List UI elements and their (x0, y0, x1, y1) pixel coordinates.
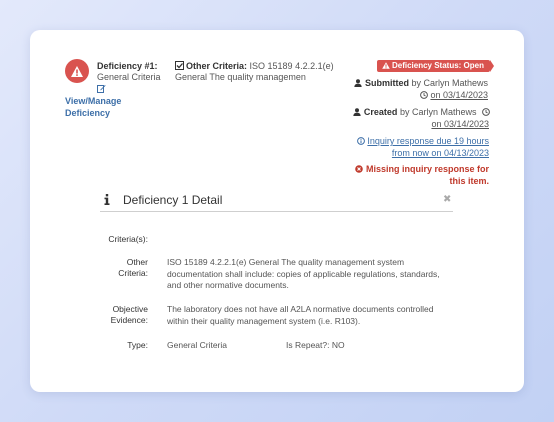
inquiry-due-line2[interactable]: from now on 04/13/2023 (392, 147, 489, 159)
deficiency-card: Deficiency #1: General Criteria View/Man… (30, 30, 524, 392)
submitted-info: Submitted by Carlyn Mathews (354, 77, 488, 89)
inquiry-due-link[interactable]: Inquiry response due 19 hours (356, 135, 489, 147)
objective-evidence-value-line2: within their quality management system (… (167, 315, 361, 326)
created-on: on 03/14/2023 (431, 119, 489, 129)
objective-evidence-value: The laboratory does not have all A2LA no… (167, 304, 487, 327)
other-criteria-value-line3: and other normative documents. (167, 280, 289, 290)
objective-evidence-label: Objective Evidence: (90, 304, 148, 326)
criteria-summary-label: Other Criteria: (186, 61, 248, 71)
is-repeat-value: Is Repeat?: NO (286, 340, 345, 350)
criteria-summary-code: ISO 15189 4.2.2.1(e) (249, 61, 334, 71)
detail-divider (100, 211, 453, 212)
other-criteria-value-line1: ISO 15189 4.2.2.1(e) General The quality… (167, 257, 405, 267)
status-badge: Deficiency Status: Open (376, 60, 495, 72)
user-icon (354, 78, 363, 87)
objective-evidence-label-line1: Objective (112, 304, 148, 314)
view-manage-deficiency-link[interactable]: View/Manage Deficiency (65, 95, 121, 119)
status-badge-label: Deficiency Status: Open (391, 61, 484, 70)
user-icon (353, 107, 362, 116)
info-circle-icon (356, 136, 365, 145)
type-value: General Criteria (167, 340, 227, 350)
criteria-label: Criteria(s): (108, 234, 148, 244)
checkbox-icon (175, 61, 184, 70)
other-criteria-label-line2: Criteria: (118, 268, 148, 278)
inquiry-due-line1: Inquiry response due 19 hours (367, 136, 489, 146)
warning-icon (65, 59, 89, 83)
criteria-summary-text: General The quality managemen (175, 72, 306, 82)
other-criteria-value: ISO 15189 4.2.2.1(e) General The quality… (167, 257, 487, 292)
type-label: Type: (127, 340, 148, 350)
missing-response-text1: Missing inquiry response for (365, 164, 489, 174)
warning-icon (382, 61, 390, 69)
info-icon (104, 194, 110, 205)
created-by: by Carlyn Mathews (399, 107, 477, 117)
objective-evidence-value-line1: The laboratory does not have all A2LA no… (167, 304, 434, 314)
missing-response-line1: Missing inquiry response for (355, 163, 489, 175)
created-label: Created (363, 107, 398, 117)
submitted-date: on 03/14/2023 (420, 89, 488, 101)
detail-title: Deficiency 1 Detail (123, 193, 223, 207)
missing-response-line2: this item. (449, 176, 489, 186)
other-criteria-value-line2: documentation shall include: copies of a… (167, 268, 440, 279)
clock-icon (482, 107, 490, 116)
view-manage-link-line2: Deficiency (65, 108, 111, 118)
close-icon[interactable]: ✖ (443, 194, 451, 206)
submitted-on: on 03/14/2023 (430, 90, 488, 100)
deficiency-category: General Criteria (97, 72, 161, 82)
submitted-by: by Carlyn Mathews (411, 78, 488, 88)
clock-icon (420, 90, 428, 99)
other-criteria-label-line1: Other (126, 257, 148, 267)
submitted-label: Submitted (364, 78, 409, 88)
other-criteria-label: Other Criteria: (90, 257, 148, 279)
created-info: Created by Carlyn Mathews (353, 106, 490, 118)
edit-icon[interactable] (97, 84, 106, 93)
times-circle-icon (355, 164, 364, 173)
view-manage-link-line1: View/Manage (65, 96, 122, 106)
objective-evidence-label-line2: Evidence: (110, 315, 148, 325)
